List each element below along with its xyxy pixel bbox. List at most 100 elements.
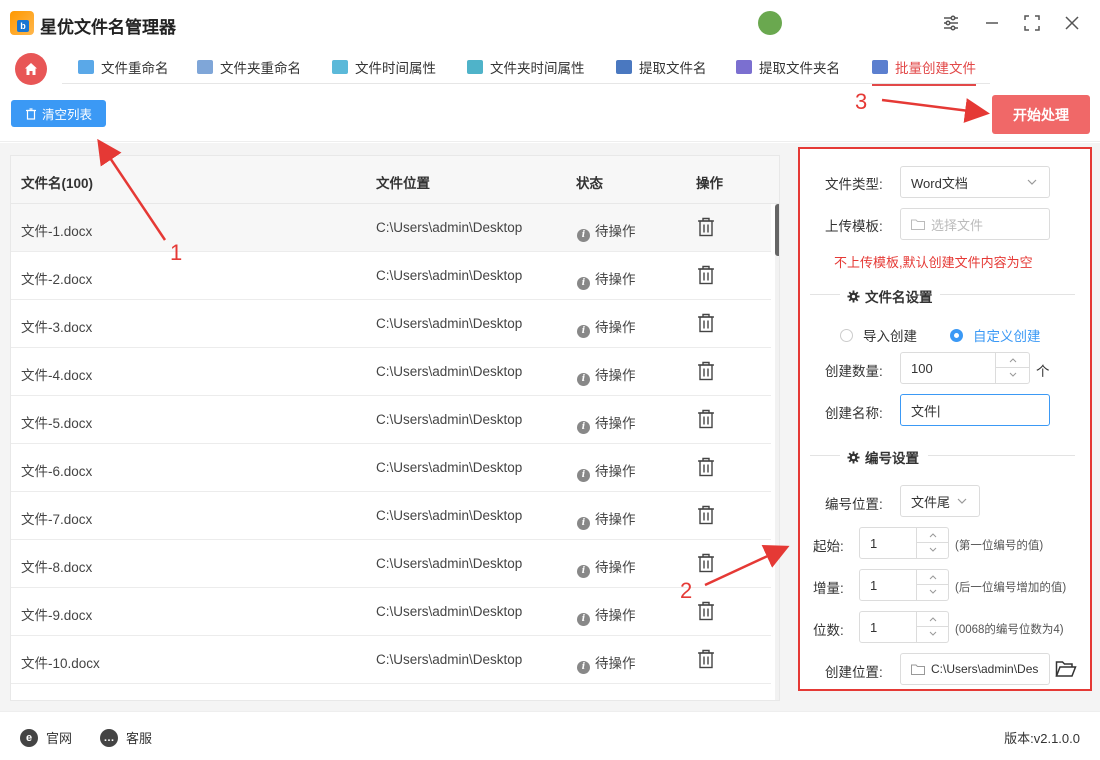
- tab-file-time[interactable]: 文件时间属性: [332, 54, 436, 80]
- settings-sliders-icon[interactable]: [940, 12, 962, 34]
- table-row[interactable]: 文件-6.docx C:\Users\admin\Desktop i 待操作: [11, 444, 771, 492]
- start-processing-button[interactable]: 开始处理: [992, 95, 1090, 134]
- delete-icon[interactable]: [697, 601, 715, 621]
- increment-icon[interactable]: [917, 527, 948, 542]
- title-bar: b 星优文件名管理器: [0, 0, 1100, 46]
- delete-icon[interactable]: [697, 265, 715, 285]
- step-stepper[interactable]: 1: [859, 569, 949, 601]
- tab-folder-rename[interactable]: 文件夹重命名: [197, 54, 301, 80]
- annotation-2: 2: [680, 578, 693, 603]
- header-location[interactable]: 文件位置: [376, 172, 430, 192]
- table-row[interactable]: 文件-4.docx C:\Users\admin\Desktop i 待操作: [11, 348, 771, 396]
- info-icon: i: [577, 372, 590, 386]
- user-avatar[interactable]: [758, 11, 782, 35]
- delete-icon[interactable]: [697, 457, 715, 477]
- start-stepper[interactable]: 1: [859, 527, 949, 559]
- row-status: i 待操作: [577, 460, 636, 482]
- table-scrollbar[interactable]: [775, 204, 779, 700]
- table-row[interactable]: 文件-2.docx C:\Users\admin\Desktop i 待操作: [11, 252, 771, 300]
- row-status: i 待操作: [577, 556, 636, 578]
- step-note: (后一位编号增加的值): [955, 582, 1067, 594]
- annotation-3: 3: [855, 89, 868, 114]
- open-folder-icon[interactable]: [1055, 660, 1077, 678]
- row-filename: 文件-4.docx: [21, 368, 93, 383]
- row-filename: 文件-9.docx: [21, 608, 93, 623]
- decrement-icon[interactable]: [917, 542, 948, 557]
- table-row[interactable]: 文件-10.docx C:\Users\admin\Desktop i 待操作: [11, 636, 771, 684]
- row-status: i 待操作: [577, 220, 636, 242]
- digits-stepper[interactable]: 1: [859, 611, 949, 643]
- table-row[interactable]: 文件-7.docx C:\Users\admin\Desktop i 待操作: [11, 492, 771, 540]
- row-location: C:\Users\admin\Desktop: [376, 556, 523, 571]
- count-stepper[interactable]: 100: [900, 352, 1030, 384]
- digits-note: (0068的编号位数为4): [955, 624, 1064, 636]
- tab-extract-foldername[interactable]: 提取文件夹名: [736, 54, 840, 80]
- radio-custom-create[interactable]: 自定义创建: [950, 325, 1041, 345]
- row-status: i 待操作: [577, 604, 636, 626]
- row-location: C:\Users\admin\Desktop: [376, 364, 523, 379]
- decrement-icon[interactable]: [917, 584, 948, 599]
- row-status: i 待操作: [577, 316, 636, 338]
- table-row[interactable]: 文件-1.docx C:\Users\admin\Desktop i 待操作: [11, 204, 771, 252]
- maximize-icon[interactable]: [1021, 12, 1043, 34]
- create-location-input[interactable]: C:\Users\admin\Des: [900, 653, 1050, 685]
- start-label: 起始:: [813, 539, 844, 554]
- tab-extract-filename[interactable]: 提取文件名: [616, 54, 707, 80]
- table-header: 文件名(100) 文件位置 状态 操作: [11, 156, 779, 204]
- file-type-select[interactable]: Word文档: [900, 166, 1050, 198]
- decrement-icon[interactable]: [996, 367, 1029, 382]
- batch-create-icon: [872, 60, 888, 74]
- delete-icon[interactable]: [697, 217, 715, 237]
- clear-list-button[interactable]: 清空列表: [11, 100, 106, 127]
- radio-import-create[interactable]: 导入创建: [840, 325, 917, 345]
- increment-icon[interactable]: [996, 352, 1029, 367]
- increment-icon[interactable]: [917, 611, 948, 626]
- file-time-icon: [332, 60, 348, 74]
- table-body: 文件-1.docx C:\Users\admin\Desktop i 待操作 文件-2.…: [11, 204, 771, 684]
- delete-icon[interactable]: [697, 313, 715, 333]
- name-input[interactable]: 文件 |: [900, 394, 1050, 426]
- chat-icon: …: [100, 728, 118, 747]
- header-status[interactable]: 状态: [576, 172, 603, 192]
- delete-icon[interactable]: [697, 361, 715, 381]
- delete-icon[interactable]: [697, 409, 715, 429]
- delete-icon[interactable]: [697, 649, 715, 669]
- settings-panel: 文件类型: Word文档 上传模板: 选择文件 不上传模板,默认创建文件内容为空…: [798, 147, 1092, 691]
- upload-hint: 不上传模板,默认创建文件内容为空: [834, 255, 1033, 270]
- count-unit: 个: [1036, 364, 1050, 379]
- tab-bar: 文件重命名 文件夹重命名 文件时间属性 文件夹时间属性 提取文件名 提取文件夹名…: [0, 46, 1100, 88]
- file-table: 文件名(100) 文件位置 状态 操作 文件-1.docx C:\Users\ad…: [10, 155, 780, 701]
- delete-icon[interactable]: [697, 505, 715, 525]
- header-filename[interactable]: 文件名(100): [21, 172, 93, 192]
- website-link[interactable]: e 官网: [20, 728, 72, 747]
- chevron-down-icon: [957, 498, 967, 504]
- increment-icon[interactable]: [917, 569, 948, 584]
- row-location: C:\Users\admin\Desktop: [376, 412, 523, 427]
- table-row[interactable]: 文件-9.docx C:\Users\admin\Desktop i 待操作: [11, 588, 771, 636]
- table-row[interactable]: 文件-5.docx C:\Users\admin\Desktop i 待操作: [11, 396, 771, 444]
- row-status: i 待操作: [577, 268, 636, 290]
- minimize-icon[interactable]: [981, 12, 1003, 34]
- support-link[interactable]: … 客服: [100, 728, 152, 747]
- tab-batch-create[interactable]: 批量创建文件: [872, 54, 976, 86]
- number-position-label: 编号位置:: [825, 497, 883, 512]
- delete-icon[interactable]: [697, 553, 715, 573]
- row-location: C:\Users\admin\Desktop: [376, 220, 523, 235]
- table-row[interactable]: 文件-3.docx C:\Users\admin\Desktop i 待操作: [11, 300, 771, 348]
- info-icon: i: [577, 420, 590, 434]
- start-note: (第一位编号的值): [955, 540, 1044, 552]
- table-row[interactable]: 文件-8.docx C:\Users\admin\Desktop i 待操作: [11, 540, 771, 588]
- row-filename: 文件-6.docx: [21, 464, 93, 479]
- row-status: i 待操作: [577, 412, 636, 434]
- footer: e 官网 … 客服 版本:v2.1.0.0: [0, 711, 1100, 760]
- tab-folder-time[interactable]: 文件夹时间属性: [467, 54, 585, 80]
- info-icon: i: [577, 276, 590, 290]
- close-icon[interactable]: [1061, 12, 1083, 34]
- decrement-icon[interactable]: [917, 626, 948, 641]
- home-button[interactable]: [15, 53, 47, 85]
- digits-label: 位数:: [813, 623, 844, 638]
- scrollbar-thumb[interactable]: [775, 204, 779, 256]
- number-position-select[interactable]: 文件尾: [900, 485, 980, 517]
- upload-template-input[interactable]: 选择文件: [900, 208, 1050, 240]
- tab-file-rename[interactable]: 文件重命名: [78, 54, 169, 80]
